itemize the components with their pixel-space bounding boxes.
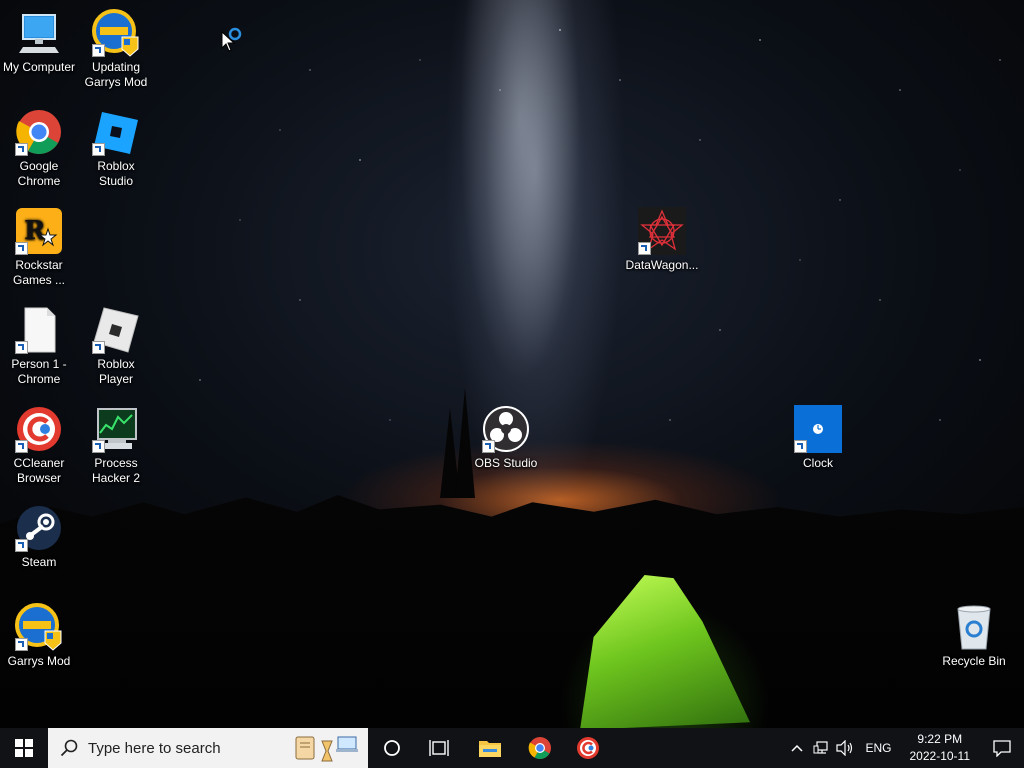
start-button[interactable] [0,728,48,768]
garrysmod-icon [92,9,140,57]
desktop-icon-datawagon[interactable]: DataWagon... [625,207,699,273]
notification-icon [993,740,1011,757]
desktop-icon-label: Garrys Mod [7,654,71,668]
shortcut-arrow-icon [15,341,28,354]
volume-button[interactable] [833,728,857,768]
shortcut-arrow-icon [15,242,28,255]
input-language-button[interactable]: ENG [857,728,899,768]
garrysmod-icon [15,603,63,651]
desktop-icon-recycle-bin[interactable]: Recycle Bin [937,603,1011,669]
desktop-icon-label: Clock [802,456,833,470]
desktop-icon-label: Google Chrome [17,159,61,188]
desktop-icon-ccleaner-browser[interactable]: CCleaner Browser [2,405,76,486]
taskbar: Type here to search ENG 9:22 PM 2022-10-… [0,728,1024,768]
desktop-icon-garrys-mod[interactable]: Garrys Mod [2,603,76,669]
desktop-icon-updating-garrys-mod[interactable]: Updating Garrys Mod [79,9,153,90]
search-icon [60,739,78,757]
datawagon-icon [638,207,686,255]
desktop-icon-label: DataWagon... [625,258,699,272]
desktop-icon-label: Roblox Studio [97,159,135,188]
desktop-icon-google-chrome[interactable]: Google Chrome [2,108,76,189]
desktop-icon-label: Roblox Player [97,357,135,386]
network-button[interactable] [809,728,833,768]
task-view-button[interactable] [418,728,460,768]
desktop-icon-label: Recycle Bin [942,654,1006,668]
taskbar-ccleaner-browser[interactable] [566,728,610,768]
roblox-studio-icon [92,108,140,156]
show-hidden-icons-button[interactable] [785,728,809,768]
desktop-icon-label: OBS Studio [474,456,538,470]
rockstar-icon: R [15,207,63,255]
chrome-icon [15,108,63,156]
desktop-icon-my-computer[interactable]: My Computer [2,9,76,75]
desktop-icon-roblox-player[interactable]: Roblox Player [79,306,153,387]
taskbar-search-box[interactable]: Type here to search [48,728,368,768]
folder-icon [479,741,501,757]
windows-logo-icon [15,739,33,757]
desktop-icon-label: Person 1 - Chrome [11,357,67,386]
cortana-circle-icon [384,740,400,756]
desktop[interactable]: My Computer Google Chrome R Rockstar Gam… [0,0,1024,728]
shortcut-arrow-icon [15,143,28,156]
steam-icon [15,504,63,552]
chrome-icon [528,737,551,759]
taskbar-google-chrome[interactable] [518,728,562,768]
ccleaner-icon [577,737,599,759]
clock-time: 9:22 PM [917,732,963,746]
desktop-icon-rockstar-games[interactable]: R Rockstar Games ... [2,207,76,288]
shortcut-arrow-icon [15,440,28,453]
desktop-icon-label: Process Hacker 2 [91,456,141,485]
taskbar-clock[interactable]: 9:22 PM 2022-10-11 [900,731,981,765]
shortcut-arrow-icon [92,44,105,57]
taskbar-file-explorer[interactable] [468,728,512,768]
desktop-icon-roblox-studio[interactable]: Roblox Studio [79,108,153,189]
network-icon [813,741,829,754]
document-icon [15,306,63,354]
monitor-icon [15,9,63,57]
task-view-icon [429,740,449,756]
shortcut-arrow-icon [794,440,807,453]
clock-icon [794,405,842,453]
desktop-icon-person-1-chrome[interactable]: Person 1 - Chrome [2,306,76,387]
recycle-bin-icon [950,603,998,651]
chevron-up-icon [791,744,804,752]
desktop-icon-label: CCleaner Browser [13,456,65,485]
shortcut-arrow-icon [15,539,28,552]
desktop-icon-label: Updating Garrys Mod [84,60,148,89]
shortcut-arrow-icon [638,242,651,255]
mountain-silhouette [0,495,1024,728]
obs-icon [482,405,530,453]
roblox-player-icon [92,306,140,354]
desktop-icon-label: Rockstar Games ... [12,258,65,287]
clock-date: 2022-10-11 [909,749,971,763]
desktop-icon-label: My Computer [2,60,76,74]
shortcut-arrow-icon [15,638,28,651]
search-placeholder: Type here to search [88,739,221,757]
shortcut-arrow-icon [92,440,105,453]
system-tray: ENG 9:22 PM 2022-10-11 [785,728,1024,768]
desktop-icon-obs-studio[interactable]: OBS Studio [469,405,543,471]
shortcut-arrow-icon [92,341,105,354]
shortcut-arrow-icon [482,440,495,453]
process-hacker-icon [92,405,140,453]
search-highlight-illustration-icon [295,736,358,762]
cortana-button[interactable] [371,728,413,768]
action-center-button[interactable] [980,728,1024,768]
desktop-icon-clock[interactable]: Clock [781,405,855,471]
desktop-icon-label: Steam [21,555,57,569]
shortcut-arrow-icon [92,143,105,156]
mouse-cursor-busy-icon [221,27,242,52]
speaker-icon [836,740,853,756]
desktop-icon-process-hacker-2[interactable]: Process Hacker 2 [79,405,153,486]
ccleaner-icon [15,405,63,453]
desktop-icon-steam[interactable]: Steam [2,504,76,570]
